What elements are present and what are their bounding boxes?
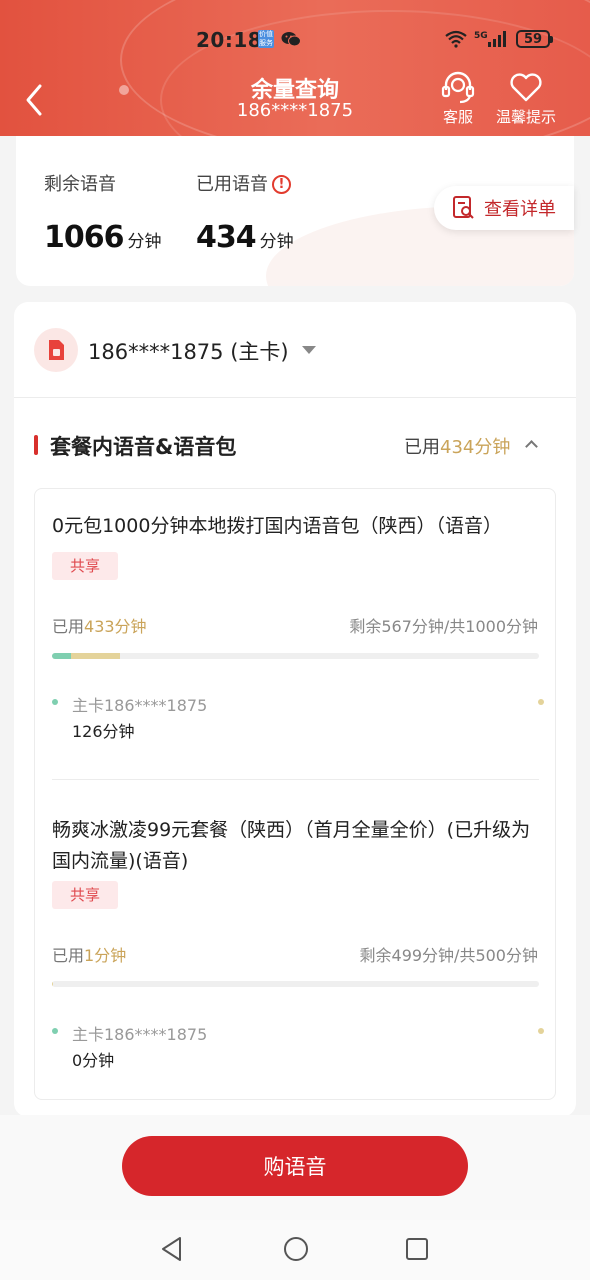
package-used: 已用433分钟 <box>52 617 147 636</box>
headset-icon <box>441 71 475 104</box>
heart-icon <box>510 73 542 102</box>
customer-service-label: 客服 <box>442 108 473 126</box>
usage-progress-bar <box>52 981 539 987</box>
usage-progress-bar <box>52 653 539 659</box>
progress-segment-other <box>71 653 121 659</box>
buy-voice-button[interactable]: 购语音 <box>122 1136 468 1196</box>
member-legend-dot <box>52 1028 58 1034</box>
document-search-icon <box>453 196 474 219</box>
remaining-voice-value: 1066 分钟 <box>44 220 162 255</box>
status-time: 20:18 <box>196 28 263 52</box>
wechat-icon <box>281 32 301 47</box>
view-details-button[interactable]: 查看详单 <box>434 186 574 230</box>
nav-recent-apps-icon[interactable] <box>405 1237 429 1261</box>
package-remaining: 剩余499分钟/共500分钟 <box>359 946 538 965</box>
signal-icon: 5G <box>474 31 506 47</box>
progress-segment-other <box>52 981 53 987</box>
wifi-icon <box>445 30 467 48</box>
remaining-voice-label: 剩余语音 <box>44 174 116 195</box>
package-name: 0元包1000分钟本地拨打国内语音包（陕西）（语音） <box>52 515 502 537</box>
voice-detail-card: 186****1875 (主卡) 套餐内语音&语音包 已用434分钟 0元包10… <box>14 302 576 1117</box>
sim-card-icon <box>34 328 78 372</box>
package-remaining: 剩余567分钟/共1000分钟 <box>349 617 538 636</box>
app-notification-icon: 价值 服务 <box>258 30 274 48</box>
battery-icon: 59 <box>516 30 553 48</box>
caret-down-icon[interactable] <box>302 346 316 354</box>
customer-service-button[interactable]: 客服 <box>440 70 476 127</box>
package-divider <box>52 779 539 780</box>
progress-segment-member <box>52 653 72 659</box>
package-list: 0元包1000分钟本地拨打国内语音包（陕西）（语音） 共享 已用433分钟 剩余… <box>34 488 556 1100</box>
tips-label: 温馨提示 <box>496 108 557 126</box>
other-legend-dot <box>538 1028 544 1034</box>
chevron-up-icon[interactable] <box>525 440 538 453</box>
package-used: 已用1分钟 <box>52 946 127 965</box>
used-voice-label: 已用语音! <box>196 170 291 196</box>
member-name: 主卡186****1875 <box>72 696 208 715</box>
member-legend-dot <box>52 699 58 705</box>
member-name: 主卡186****1875 <box>72 1025 208 1044</box>
status-right-group: 5G 59 <box>444 28 553 50</box>
package-name: 畅爽冰激凌99元套餐（陕西）（首月全量全价）(已升级为国内流量)(语音) <box>52 819 531 872</box>
member-usage: 126分钟 <box>72 722 135 741</box>
member-usage: 0分钟 <box>72 1051 115 1070</box>
section-marker <box>34 435 38 455</box>
section-used-summary[interactable]: 已用434分钟 <box>404 433 510 459</box>
sim-selector[interactable]: 186****1875 (主卡) <box>88 336 289 366</box>
info-icon[interactable]: ! <box>272 175 291 194</box>
tips-button[interactable]: 温馨提示 <box>496 70 556 127</box>
svg-text:5G: 5G <box>474 31 488 41</box>
shared-tag: 共享 <box>52 552 118 580</box>
divider <box>14 397 576 398</box>
shared-tag: 共享 <box>52 881 118 909</box>
used-voice-value: 434 分钟 <box>196 220 294 255</box>
other-legend-dot <box>538 699 544 705</box>
section-title: 套餐内语音&语音包 <box>50 435 237 459</box>
nav-back-icon[interactable] <box>160 1236 184 1262</box>
view-details-label: 查看详单 <box>484 199 556 220</box>
nav-home-icon[interactable] <box>283 1236 309 1262</box>
